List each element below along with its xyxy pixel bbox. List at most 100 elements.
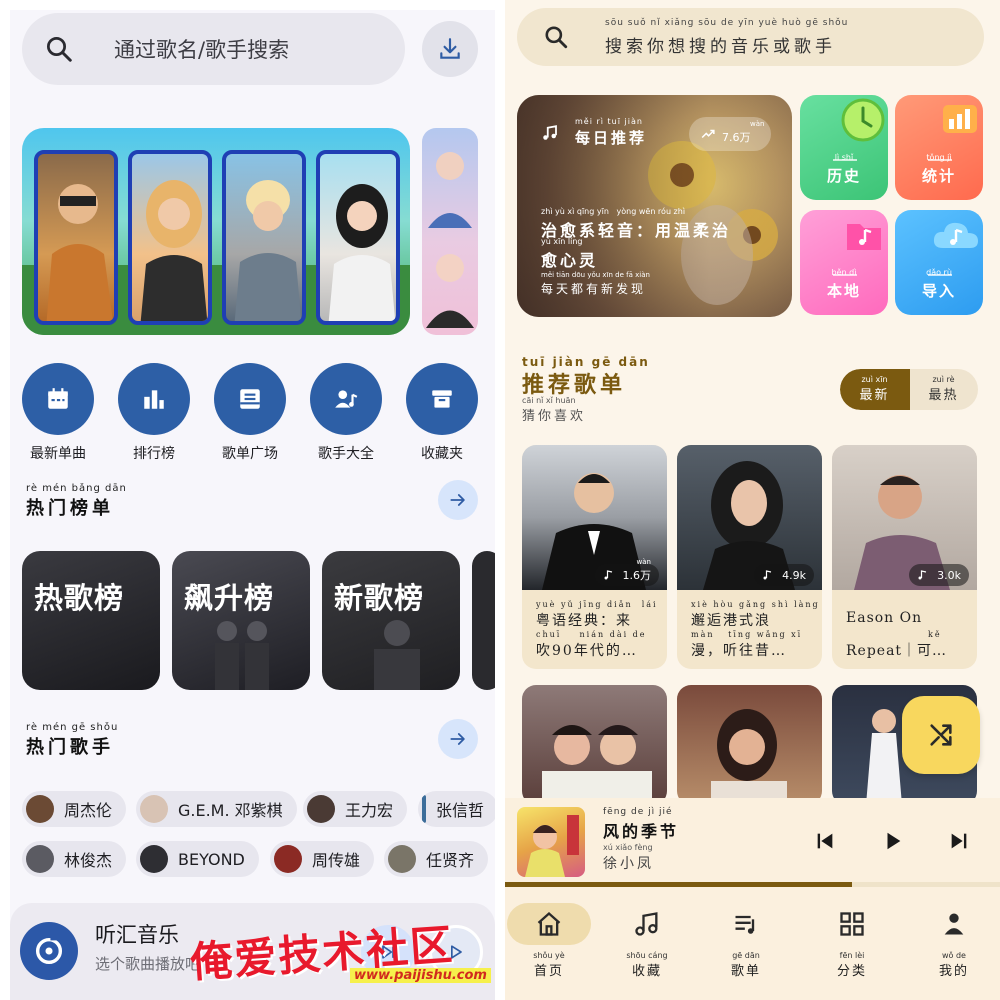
avatar [388, 845, 416, 873]
search-placeholder: 搜索你想搜的音乐或歌手 [605, 37, 836, 57]
playlist-line1: 粤语经典：来 [536, 613, 632, 629]
daily-play-count: wàn 7.6万 [689, 117, 771, 151]
singer-chip[interactable]: 王力宏 [303, 791, 408, 827]
segment-label: 最热 [928, 388, 959, 403]
daily-line3: 每天都有新发现 [541, 282, 647, 296]
next-button[interactable] [948, 830, 970, 852]
chart-card-hot[interactable]: 热歌榜 [22, 551, 160, 690]
nav-pinyin: fēn lèi [839, 951, 865, 960]
tile-pinyin: lì shǐ [834, 153, 854, 162]
avatar [140, 845, 168, 873]
daily-title: 每日推荐 [575, 129, 648, 147]
singer-chip[interactable]: BEYOND [136, 841, 259, 877]
hot-charts-more-button[interactable] [438, 480, 478, 520]
daily-recommend-card[interactable]: měi rì tuī jiàn 每日推荐 wàn 7.6万 zhì yù xì … [517, 95, 792, 317]
chart-card-partial[interactable] [472, 551, 495, 690]
playlist-card[interactable]: wàn 1.6万 yuè yǔ jīng diǎn lái 粤语经典：来 chuī… [522, 445, 667, 669]
singer-chip[interactable]: 张信哲 [418, 791, 495, 827]
singer-name: 张信哲 [435, 801, 484, 820]
play-count: 3.0k [909, 564, 969, 586]
segment-pinyin: zuì xīn [861, 375, 888, 384]
download-button[interactable] [422, 21, 478, 77]
tile-local[interactable]: běn dì 本地 [800, 210, 888, 315]
person-illustration [328, 184, 396, 321]
count-value: 1.6万 [622, 569, 652, 582]
banner-next-preview[interactable] [422, 128, 478, 335]
quick-action-favorites[interactable]: 收藏夹 [400, 363, 484, 463]
nav-categories[interactable]: fēn lèi 分类 [808, 903, 896, 979]
banner-carousel[interactable] [22, 128, 410, 335]
person-icon [910, 903, 998, 945]
nav-label: 我的 [938, 964, 969, 979]
previous-button[interactable] [814, 830, 836, 852]
tile-stats[interactable]: tǒng jì 统计 [895, 95, 983, 200]
shuffle-button[interactable] [902, 696, 980, 774]
player-subtitle: 选个歌曲播放吧 [95, 955, 201, 973]
avatar [274, 845, 302, 873]
play-button[interactable] [882, 830, 904, 852]
nav-label: 分类 [836, 964, 867, 979]
quick-action-playlist-square[interactable]: 歌单广场 [208, 363, 292, 463]
playlist-line2-pinyin: màn tīng wǎng xī [691, 630, 803, 639]
nav-home[interactable]: shǒu yè 首页 [505, 903, 593, 979]
nav-label: 首页 [533, 964, 564, 979]
quick-action-singers[interactable]: 歌手大全 [304, 363, 388, 463]
avatar [140, 795, 168, 823]
nav-mine[interactable]: wǒ de 我的 [910, 903, 998, 979]
quick-action-charts[interactable]: 排行榜 [112, 363, 196, 463]
singer-chip[interactable]: 林俊杰 [22, 841, 127, 877]
person-illustration [234, 180, 302, 321]
search-placeholder: 通过歌名/歌手搜索 [114, 38, 290, 62]
daily-line2-pinyin: yù xīn líng [541, 237, 583, 246]
singer-chip[interactable]: 周杰伦 [22, 791, 127, 827]
inbox-icon [214, 363, 286, 435]
count-value: 3.0k [937, 568, 961, 582]
arrow-right-icon [450, 494, 465, 506]
singer-chip[interactable]: 任贤齐 [384, 841, 489, 877]
bar-chart-icon [118, 363, 190, 435]
search-bar[interactable]: sōu suǒ nǐ xiǎng sōu de yīn yuè huò gē s… [517, 8, 984, 66]
avatar [26, 795, 54, 823]
right-app: sōu suǒ nǐ xiǎng sōu de yīn yuè huò gē s… [505, 0, 1000, 1000]
chart-card-title: 热歌榜 [34, 581, 125, 615]
chart-card-rising[interactable]: 飙升榜 [172, 551, 310, 690]
calendar-icon [22, 363, 94, 435]
playlist-card[interactable] [677, 685, 822, 805]
daily-line3-pinyin: měi tiān dōu yǒu xīn de fā xiàn [541, 271, 650, 279]
quick-action-label: 排行榜 [133, 446, 175, 462]
nav-label: 收藏 [631, 964, 662, 979]
chart-card-title: 新歌榜 [334, 581, 425, 615]
music-note-icon [918, 570, 927, 580]
chart-card-artwork [215, 621, 269, 690]
count-value: 4.9k [782, 568, 806, 582]
playlist-card[interactable]: 3.0k Eason On kě Repeat｜可… [832, 445, 977, 669]
playlist-card[interactable] [522, 685, 667, 805]
quick-action-new-singles[interactable]: 最新单曲 [16, 363, 100, 463]
nav-favorites[interactable]: shōu cáng 收藏 [603, 903, 691, 979]
chart-card-artwork [374, 620, 420, 690]
music-note-icon [543, 125, 557, 140]
chart-card-new[interactable]: 新歌榜 [322, 551, 460, 690]
count-pinyin: wàn [750, 120, 765, 128]
tile-history[interactable]: lì shǐ 历史 [800, 95, 888, 200]
playlist-card[interactable]: 4.9k xiè hòu gǎng shì làng 邂逅港式浪 màn tīn… [677, 445, 822, 669]
hot-singers-title: rè mén gē shǒu 热门歌手 [26, 722, 118, 759]
music-note-icon [763, 570, 772, 580]
segment-hottest[interactable]: zuì rè 最热 [909, 375, 978, 403]
section-title-pinyin: rè mén bǎng dān [26, 483, 127, 494]
track-title: 风的季节 [603, 822, 680, 841]
tile-import[interactable]: dǎo rù 导入 [895, 210, 983, 315]
singer-name: 周传雄 [312, 851, 361, 870]
archive-icon [406, 363, 478, 435]
hot-singers-more-button[interactable] [438, 719, 478, 759]
search-bar[interactable]: 通过歌名/歌手搜索 [22, 13, 405, 85]
daily-title-pinyin: měi rì tuī jiàn [575, 117, 643, 126]
tile-label: 本地 [826, 282, 861, 300]
nav-playlists[interactable]: gē dān 歌单 [702, 903, 790, 979]
segment-latest[interactable]: zuì xīn 最新 [840, 375, 909, 403]
singer-chip[interactable]: 周传雄 [270, 841, 375, 877]
now-playing-bar[interactable]: fēng de jì jié 风的季节 xú xiǎo fèng 徐小凤 [505, 798, 1000, 885]
count-wrap: wàn 1.6万 [622, 558, 652, 583]
singer-chip[interactable]: G.E.M. 邓紫棋 [136, 791, 297, 827]
playlist-line1: Eason On [846, 610, 923, 626]
